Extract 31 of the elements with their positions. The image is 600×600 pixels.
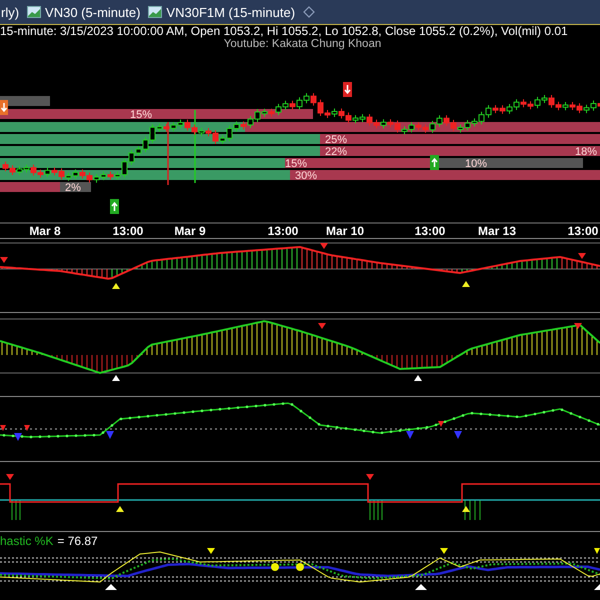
up-arrow-icon	[110, 199, 119, 214]
time-axis-label: Mar 8	[29, 224, 61, 238]
time-axis-label: Mar 13	[478, 224, 516, 238]
percent-label: 15%	[285, 158, 308, 170]
time-axis-label: Mar 10	[326, 224, 364, 238]
stochastic-value: = 76.87	[57, 534, 98, 548]
percent-label: 30%	[295, 170, 318, 182]
stochastic-label: hastic %K	[0, 534, 54, 548]
up-arrow-icon	[430, 155, 439, 170]
percent-label: 22%	[325, 146, 348, 158]
chart-icon	[27, 6, 42, 18]
percent-label: 15%	[130, 109, 152, 121]
time-axis-label: Mar 9	[174, 224, 206, 238]
down-arrow-icon	[0, 100, 8, 115]
credit-text: Youtube: Kakata Chung Khoan	[224, 38, 382, 50]
percent-label: 18%	[575, 146, 598, 158]
chart-tab[interactable]: rly)	[1, 4, 20, 20]
percent-label: 2%	[65, 182, 81, 194]
time-axis-label: 13:00	[414, 224, 446, 238]
chart-tab[interactable]: VN30F1M (15-minute)	[148, 4, 296, 20]
down-arrow-icon	[343, 82, 352, 97]
diamond-icon[interactable]	[303, 6, 316, 18]
price-spike-line	[167, 122, 169, 185]
percent-label: 25%	[325, 134, 348, 146]
quote-line: 15-minute: 3/15/2023 10:00:00 AM, Open 1053.2, Hi 1055.2, Lo 1052.8, Close 1055.2 (0.2%), Vol(mil) 0.01	[0, 25, 568, 38]
time-axis-label: 13:00	[112, 224, 144, 238]
chart-icon	[148, 6, 162, 18]
percent-label: 10%	[465, 158, 488, 170]
chart-tab[interactable]: VN30 (5-minute)	[27, 4, 140, 20]
time-axis-label: 13:00	[268, 224, 298, 238]
time-axis-label: 13:00	[568, 224, 598, 238]
